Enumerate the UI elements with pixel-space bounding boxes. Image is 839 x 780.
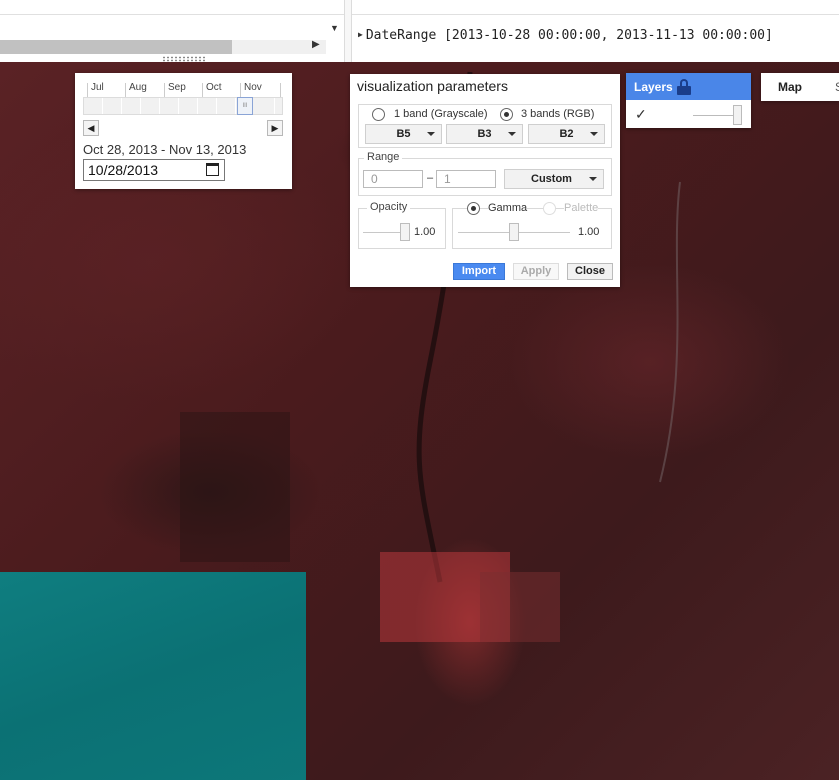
grayscale-radio[interactable] <box>372 108 385 121</box>
scroll-down-icon[interactable]: ▼ <box>330 23 339 33</box>
panel-title: visualization parameters <box>357 78 508 94</box>
close-button[interactable]: Close <box>567 263 613 280</box>
palette-label: Palette <box>564 202 599 214</box>
opacity-value: 1.00 <box>414 226 436 238</box>
date-range-text: Oct 28, 2013 - Nov 13, 2013 <box>83 142 247 157</box>
opacity-slider-thumb[interactable] <box>400 223 410 241</box>
apply-button[interactable]: Apply <box>513 263 559 280</box>
palette-radio[interactable] <box>543 202 556 215</box>
month-label: Jul <box>91 82 104 93</box>
band-select-blue[interactable]: B2 <box>528 124 605 144</box>
layers-header[interactable]: Layers <box>626 73 751 100</box>
date-input[interactable]: 10/28/2013 <box>83 159 225 181</box>
gamma-slider-thumb[interactable] <box>509 223 519 241</box>
timeline-strip[interactable] <box>83 97 283 115</box>
month-tick <box>280 83 281 97</box>
code-editor-top-bar: ▼ ▶ ▶ DateRange [2013-10-28 00:00:00, 201… <box>0 0 839 63</box>
console-divider <box>352 14 839 15</box>
expand-triangle-icon[interactable]: ▶ <box>358 30 363 39</box>
month-tick <box>87 83 88 97</box>
calendar-icon[interactable] <box>206 163 219 176</box>
date-input-value: 10/28/2013 <box>88 162 159 178</box>
month-label: Aug <box>129 82 147 93</box>
range-label: Range <box>364 151 403 163</box>
month-tick <box>202 83 203 97</box>
range-max-input[interactable]: 1 <box>436 170 496 188</box>
layer-opacity-slider-thumb[interactable] <box>733 105 742 125</box>
chevron-down-icon <box>590 132 598 136</box>
date-slider-panel: Jul Aug Sep Oct Nov III ◀ ▶ Oct 28, 2013… <box>75 73 292 189</box>
month-tick <box>164 83 165 97</box>
rgb-label: 3 bands (RGB) <box>521 108 595 120</box>
map-type-button[interactable]: Map <box>761 73 819 101</box>
gamma-radio[interactable] <box>467 202 480 215</box>
console-output-text: DateRange [2013-10-28 00:00:00, 2013-11-… <box>365 28 773 43</box>
opacity-slider-track[interactable] <box>363 232 405 233</box>
month-tick <box>240 83 241 97</box>
range-min-input[interactable]: 0 <box>363 170 423 188</box>
month-label: Nov <box>244 82 262 93</box>
chevron-down-icon <box>427 132 435 136</box>
triangle-right-icon: ▶ <box>271 123 279 133</box>
triangle-left-icon: ◀ <box>87 123 95 133</box>
lock-icon[interactable] <box>677 79 691 95</box>
scroll-right-icon[interactable]: ▶ <box>312 39 320 50</box>
console-output: ▶ DateRange [2013-10-28 00:00:00, 2013-11… <box>358 28 773 43</box>
layers-title: Layers <box>634 80 673 94</box>
band-select-green[interactable]: B3 <box>446 124 523 144</box>
band-value: B2 <box>559 128 574 140</box>
grayscale-label: 1 band (Grayscale) <box>394 108 488 120</box>
prev-period-button[interactable]: ◀ <box>83 120 99 136</box>
opacity-label: Opacity <box>367 201 411 213</box>
gamma-value: 1.00 <box>578 226 600 238</box>
band-value: B5 <box>396 128 411 140</box>
chevron-down-icon <box>589 177 597 181</box>
rgb-radio[interactable] <box>500 108 513 121</box>
visualization-parameters-panel: visualization parameters 1 band (Graysca… <box>350 74 620 287</box>
layers-panel: Layers ✓ <box>626 73 751 128</box>
timeline-handle[interactable]: III <box>237 97 253 115</box>
chevron-down-icon <box>508 132 516 136</box>
band-select-red[interactable]: B5 <box>365 124 442 144</box>
import-button[interactable]: Import <box>453 263 505 280</box>
satellite-type-button[interactable]: S <box>835 73 839 101</box>
teal-overlay-region <box>0 572 306 780</box>
gamma-label: Gamma <box>488 202 528 214</box>
range-mode-value: Custom <box>531 173 572 185</box>
next-period-button[interactable]: ▶ <box>267 120 283 136</box>
map-type-control: Map S <box>761 73 839 101</box>
range-dash: – <box>427 172 434 184</box>
horizontal-scrollbar-thumb[interactable] <box>0 40 232 54</box>
band-value: B3 <box>477 128 492 140</box>
vertical-splitter[interactable] <box>344 0 352 62</box>
layer-visibility-checkbox[interactable]: ✓ <box>635 106 647 123</box>
month-tick <box>125 83 126 97</box>
pane-divider <box>0 14 344 15</box>
scripts-pane: ▼ ▶ <box>0 0 344 62</box>
range-mode-select[interactable]: Custom <box>504 169 604 189</box>
month-label: Oct <box>206 82 222 93</box>
month-label: Sep <box>168 82 186 93</box>
